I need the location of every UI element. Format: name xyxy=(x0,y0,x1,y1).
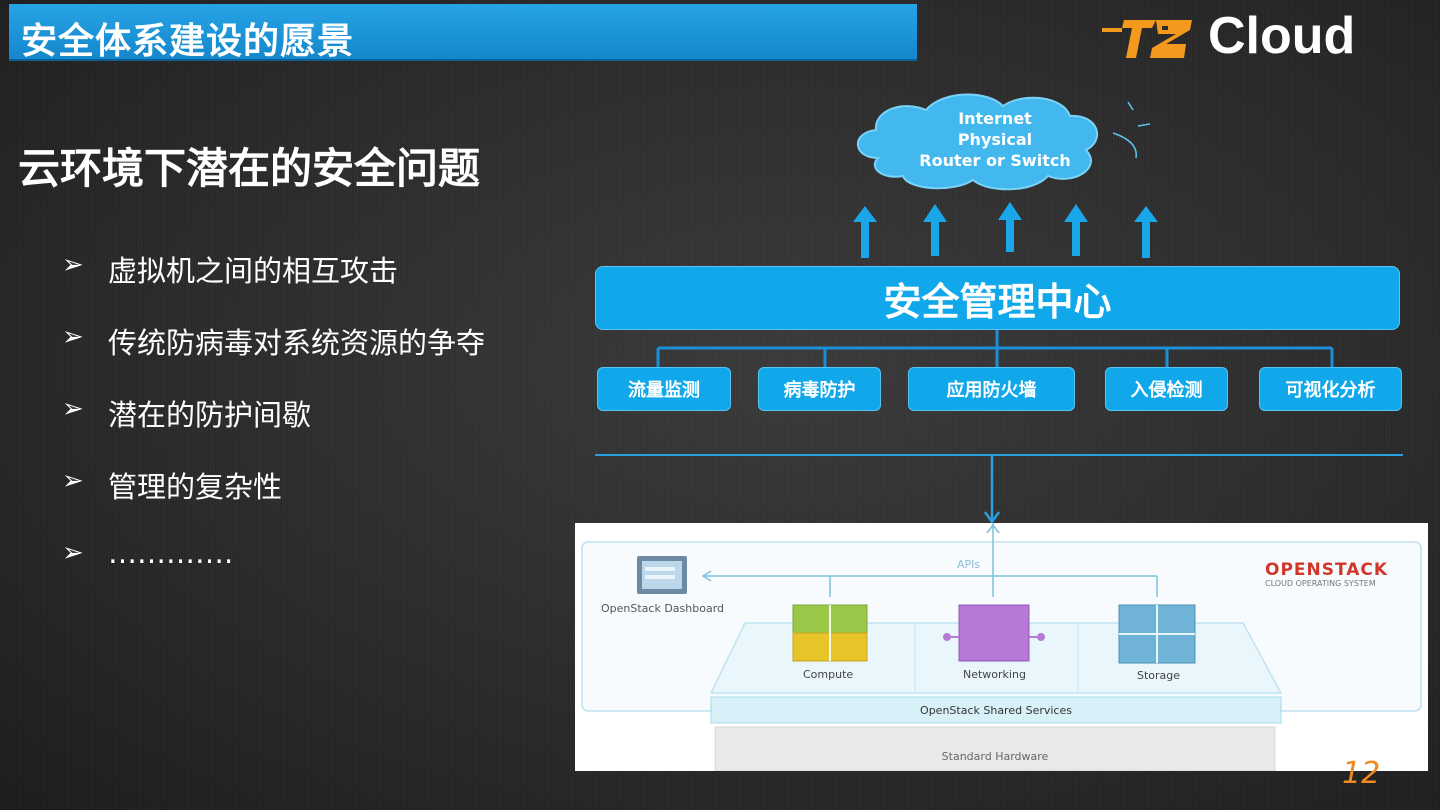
arrow-bullet-icon: ➢ xyxy=(62,394,84,424)
up-arrow-icon xyxy=(998,202,1022,252)
module-traffic-monitoring: 流量监测 xyxy=(597,367,731,411)
up-arrow-icon xyxy=(1134,206,1158,258)
list-item: ➢ …………. xyxy=(62,536,485,608)
brand-logo: Cloud xyxy=(1100,7,1420,65)
cloud-line: Internet xyxy=(958,109,1032,128)
security-management-center: 安全管理中心 xyxy=(595,266,1400,330)
list-item-text: 传统防病毒对系统资源的争夺 xyxy=(108,326,486,360)
shared-services-label: OpenStack Shared Services xyxy=(920,704,1072,717)
compute-cube-icon xyxy=(792,604,868,662)
list-item: ➢ 管理的复杂性 xyxy=(62,464,485,536)
title-bar: 安全体系建设的愿景 xyxy=(9,4,917,62)
uplink-arrows xyxy=(853,202,1158,258)
storage-cube-icon xyxy=(1118,604,1196,664)
logo-wordmark: Cloud xyxy=(1208,7,1356,65)
issue-list: ➢ 虚拟机之间的相互攻击 ➢ 传统防病毒对系统资源的争夺 ➢ 潜在的防护间歇 ➢ 管理的… xyxy=(62,248,485,608)
module-antivirus: 病毒防护 xyxy=(758,367,881,411)
list-item: ➢ 潜在的防护间歇 xyxy=(62,392,485,464)
hardware-label: Standard Hardware xyxy=(941,750,1049,763)
up-arrow-icon xyxy=(923,204,947,256)
module-app-firewall: 应用防火墙 xyxy=(908,367,1075,411)
list-item-text: 潜在的防护间歇 xyxy=(108,398,312,432)
list-item-text: …………. xyxy=(108,536,234,570)
dashboard-label: OpenStack Dashboard xyxy=(601,602,725,615)
arrow-bullet-icon: ➢ xyxy=(62,466,84,496)
module-intrusion-detection: 入侵检测 xyxy=(1105,367,1228,411)
list-item: ➢ 虚拟机之间的相互攻击 xyxy=(62,248,485,320)
openstack-tagline: CLOUD OPERATING SYSTEM xyxy=(1265,579,1376,588)
cloud-line: Router or Switch xyxy=(919,151,1071,170)
page-number: 12 xyxy=(1342,756,1381,791)
module-connectors xyxy=(656,330,1334,368)
page-title: 安全体系建设的愿景 xyxy=(21,21,355,62)
openstack-diagram: APIs OpenStack Dashboard OPENSTACK CLOUD… xyxy=(575,523,1428,771)
module-visual-analytics: 可视化分析 xyxy=(1259,367,1402,411)
arrow-bullet-icon: ➢ xyxy=(62,250,84,280)
list-item-text: 管理的复杂性 xyxy=(108,470,283,504)
storage-label: Storage xyxy=(1137,669,1181,682)
list-item-text: 虚拟机之间的相互攻击 xyxy=(108,254,399,288)
arrow-bullet-icon: ➢ xyxy=(62,538,84,568)
openstack-brand: OPENSTACK xyxy=(1265,560,1389,580)
section-heading: 云环境下潜在的安全问题 xyxy=(18,144,481,193)
dashboard-monitor-icon xyxy=(637,556,687,594)
up-arrow-icon xyxy=(853,206,877,258)
networking-label: Networking xyxy=(963,668,1026,681)
compute-label: Compute xyxy=(803,668,854,681)
cloud-label: Internet Physical Router or Switch xyxy=(915,108,1075,171)
list-item: ➢ 传统防病毒对系统资源的争夺 xyxy=(62,320,485,392)
arrow-bullet-icon: ➢ xyxy=(62,322,84,352)
cloud-line: Physical xyxy=(957,130,1033,149)
apis-label: APIs xyxy=(957,558,981,571)
logo-mark-icon xyxy=(1102,20,1192,58)
down-arrow-icon xyxy=(983,456,1001,525)
up-arrow-icon xyxy=(1064,204,1088,256)
